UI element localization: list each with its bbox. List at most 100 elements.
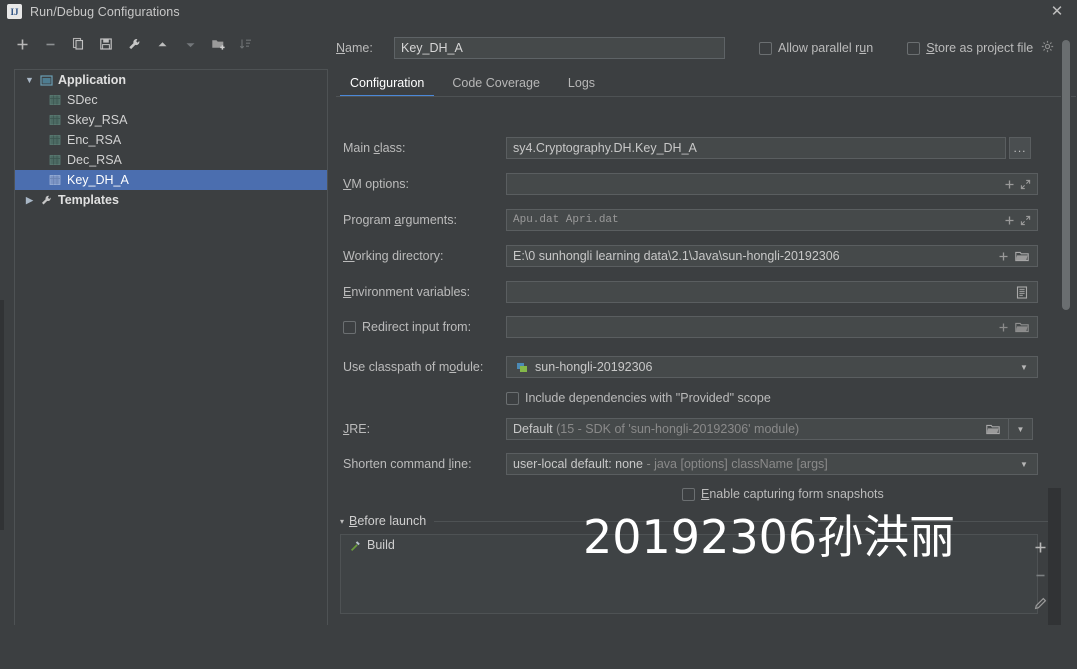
configurations-tree[interactable]: ▼ Application SDec Skey_RSA Enc_RSA Dec_… (14, 69, 328, 641)
chevron-down-icon[interactable]: ▾ (340, 517, 344, 526)
jre-combo[interactable]: Default (15 - SDK of 'sun-hongli-2019230… (506, 418, 1009, 440)
arrow-down-icon[interactable] (178, 32, 202, 56)
redirect-input-folder-icon[interactable] (1011, 317, 1033, 337)
title-bar: IJ Run/Debug Configurations ✕ (0, 0, 1077, 23)
store-as-project-file-checkbox[interactable] (907, 41, 921, 55)
save-configuration-button[interactable] (94, 32, 118, 56)
jre-value-hint: (15 - SDK of 'sun-hongli-20192306' modul… (556, 422, 800, 436)
shorten-command-line-row: Shorten command line: user-local default… (343, 453, 1055, 475)
main-class-field[interactable]: sy4.Cryptography.DH.Key_DH_A (506, 137, 1006, 159)
tree-item-skey-rsa[interactable]: Skey_RSA (15, 110, 327, 130)
main-class-browse-button[interactable]: ... (1009, 137, 1031, 159)
main-class-row: Main class: sy4.Cryptography.DH.Key_DH_A… (343, 137, 1055, 159)
include-provided-scope-row[interactable]: Include dependencies with "Provided" sco… (506, 391, 771, 405)
configurations-toolbar (10, 31, 258, 57)
left-edge-scroll-strip[interactable] (0, 300, 4, 530)
working-directory-label: Working directory: (343, 249, 444, 263)
bottom-edge (0, 663, 1077, 669)
jre-value-text: Default (513, 422, 553, 436)
before-launch-header[interactable]: ▾ Before launch (340, 512, 1056, 530)
name-input[interactable] (394, 37, 725, 59)
tree-group-application[interactable]: ▼ Application (15, 70, 327, 90)
include-provided-scope-checkbox[interactable] (506, 391, 519, 405)
shorten-command-line-label: Shorten command line: (343, 457, 472, 471)
chevron-down-icon[interactable]: ▼ (1015, 460, 1033, 469)
working-directory-value: E:\0 sunhongli learning data\2.1\Java\su… (513, 249, 840, 263)
wrench-icon (38, 194, 54, 207)
edit-pencil-icon[interactable] (1031, 594, 1049, 612)
allow-parallel-run-label: Allow parallel run (778, 41, 874, 55)
tree-item-label: Templates (58, 193, 119, 207)
chevron-down-icon[interactable]: ▼ (1012, 425, 1030, 434)
program-arguments-expand-icon[interactable] (1001, 211, 1017, 229)
enable-form-snapshots-checkbox[interactable] (682, 487, 695, 501)
tab-configuration[interactable]: Configuration (336, 74, 438, 97)
chevron-down-icon[interactable]: ▼ (23, 74, 36, 87)
wrench-icon[interactable] (122, 32, 146, 56)
include-provided-scope-label: Include dependencies with "Provided" sco… (525, 391, 771, 405)
enable-form-snapshots-row[interactable]: Enable capturing form snapshots (682, 487, 884, 501)
tree-item-label: Enc_RSA (67, 133, 122, 147)
before-launch-task-list[interactable]: Build (340, 534, 1038, 614)
configurations-panel: ▼ Application SDec Skey_RSA Enc_RSA Dec_… (0, 23, 331, 669)
shorten-command-line-value: user-local default: none - java [options… (511, 457, 1015, 471)
environment-variables-list-icon[interactable] (1011, 282, 1033, 302)
shorten-command-line-combo[interactable]: user-local default: none - java [options… (506, 453, 1038, 475)
add-task-button[interactable] (1031, 538, 1049, 556)
use-classpath-label: Use classpath of module: (343, 360, 484, 374)
working-directory-expand-icon[interactable] (995, 247, 1011, 265)
program-arguments-label: Program arguments: (343, 213, 457, 227)
redirect-input-label: Redirect input from: (362, 320, 472, 334)
config-icon (47, 154, 63, 166)
before-launch-rule (434, 520, 1054, 522)
before-launch-task-build[interactable]: Build (341, 535, 1037, 555)
redirect-input-checkbox[interactable] (343, 320, 356, 334)
working-directory-field[interactable]: E:\0 sunhongli learning data\2.1\Java\su… (506, 245, 1038, 267)
program-arguments-popup-icon[interactable] (1017, 211, 1033, 229)
tab-logs[interactable]: Logs (554, 74, 609, 97)
tab-code-coverage[interactable]: Code Coverage (438, 74, 554, 97)
chevron-down-icon[interactable]: ▼ (1015, 363, 1033, 372)
vm-options-label: VM options: (343, 177, 410, 191)
add-configuration-button[interactable] (10, 32, 34, 56)
tree-item-sdec[interactable]: SDec (15, 90, 327, 110)
sort-icon[interactable] (234, 32, 258, 56)
vm-options-row: VM options: (343, 173, 1055, 195)
jre-folder-icon[interactable] (982, 419, 1004, 439)
remove-configuration-button[interactable] (38, 32, 62, 56)
use-classpath-combo[interactable]: sun-hongli-20192306 ▼ (506, 356, 1038, 378)
vm-options-expand-icon[interactable] (1001, 175, 1017, 193)
store-as-project-file-row[interactable]: Store as project file (907, 40, 1054, 56)
environment-variables-field[interactable] (506, 281, 1038, 303)
working-directory-folder-icon[interactable] (1011, 246, 1033, 266)
tree-item-label: Dec_RSA (67, 153, 122, 167)
redirect-input-label-group[interactable]: Redirect input from: (343, 320, 506, 334)
vm-options-field[interactable] (506, 173, 1038, 195)
tree-item-key-dh-a[interactable]: Key_DH_A (15, 170, 327, 190)
config-icon (47, 174, 63, 186)
jre-row: JRE: Default (15 - SDK of 'sun-hongli-20… (343, 418, 1055, 440)
config-icon (47, 114, 63, 126)
jre-dropdown-button[interactable]: ▼ (1009, 418, 1033, 440)
working-directory-row: Working directory: E:\0 sunhongli learni… (343, 245, 1055, 267)
close-icon[interactable]: ✕ (1049, 4, 1065, 20)
vm-options-popup-icon[interactable] (1017, 175, 1033, 193)
arrow-up-icon[interactable] (150, 32, 174, 56)
redirect-input-field[interactable] (506, 316, 1038, 338)
application-icon (38, 74, 54, 87)
tree-item-enc-rsa[interactable]: Enc_RSA (15, 130, 327, 150)
right-edge-strip (1048, 488, 1061, 625)
new-folder-icon[interactable] (206, 32, 230, 56)
tree-item-dec-rsa[interactable]: Dec_RSA (15, 150, 327, 170)
remove-task-button[interactable] (1031, 566, 1049, 584)
allow-parallel-run-checkbox[interactable] (759, 41, 772, 55)
copy-configuration-button[interactable] (66, 32, 90, 56)
editor-scrollbar-thumb[interactable] (1062, 40, 1070, 310)
tree-group-templates[interactable]: ▶ Templates (15, 190, 327, 210)
redirect-input-expand-icon[interactable] (995, 318, 1011, 336)
allow-parallel-run-row[interactable]: Allow parallel run (759, 41, 873, 55)
chevron-right-icon[interactable]: ▶ (23, 194, 36, 207)
program-arguments-field[interactable]: Apu.dat Apri.dat (506, 209, 1038, 231)
gear-icon[interactable] (1041, 40, 1054, 56)
dialog-footer: OK Cancel Apply (0, 625, 1077, 663)
